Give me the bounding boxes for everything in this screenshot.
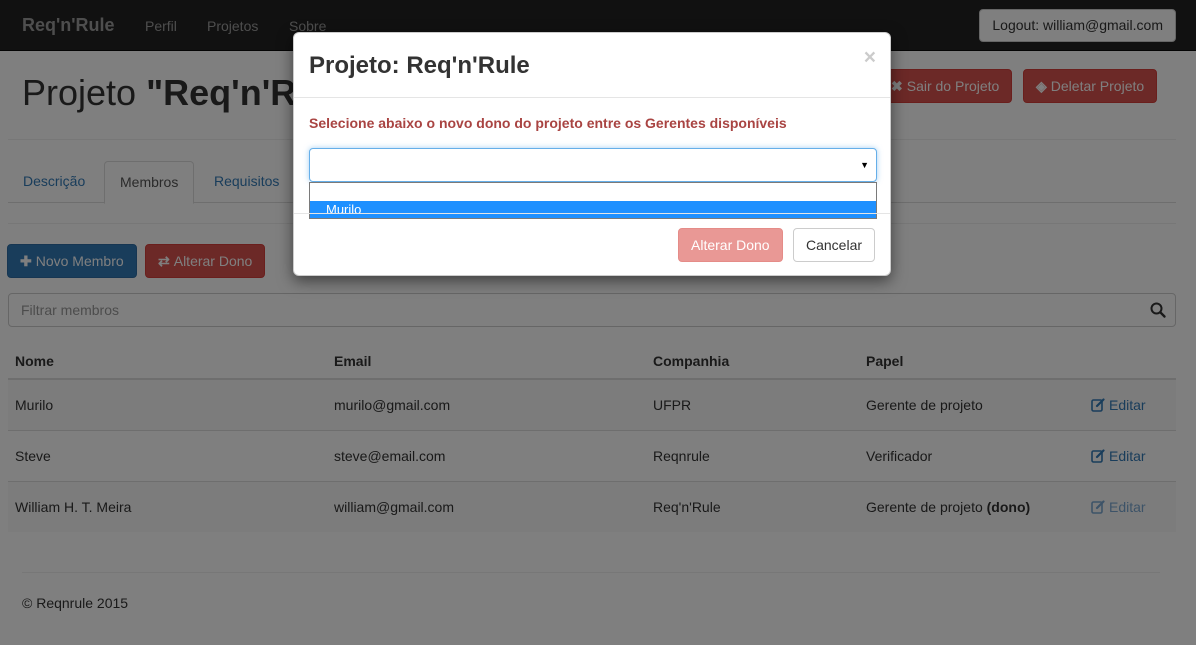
close-icon[interactable]: × — [864, 46, 876, 70]
modal-title-prefix: Projeto: — [309, 52, 407, 79]
modal-message: Selecione abaixo o novo dono do projeto … — [309, 115, 787, 131]
modal-title: Projeto: Req'n'Rule — [309, 52, 530, 80]
dropdown-option-empty[interactable] — [310, 183, 876, 201]
dropdown-option-murilo[interactable]: Murilo — [310, 201, 876, 218]
caret-down-icon: ▼ — [860, 160, 869, 170]
modal-footer-divider — [294, 213, 890, 214]
new-owner-select[interactable]: ▼ — [309, 148, 877, 182]
modal-title-project: Req'n'Rule — [406, 52, 530, 79]
change-owner-modal: Projeto: Req'n'Rule × Selecione abaixo o… — [293, 32, 891, 276]
confirm-change-owner-button[interactable]: Alterar Dono — [678, 228, 783, 262]
cancel-button[interactable]: Cancelar — [793, 228, 876, 262]
modal-header: Projeto: Req'n'Rule × — [294, 33, 890, 98]
